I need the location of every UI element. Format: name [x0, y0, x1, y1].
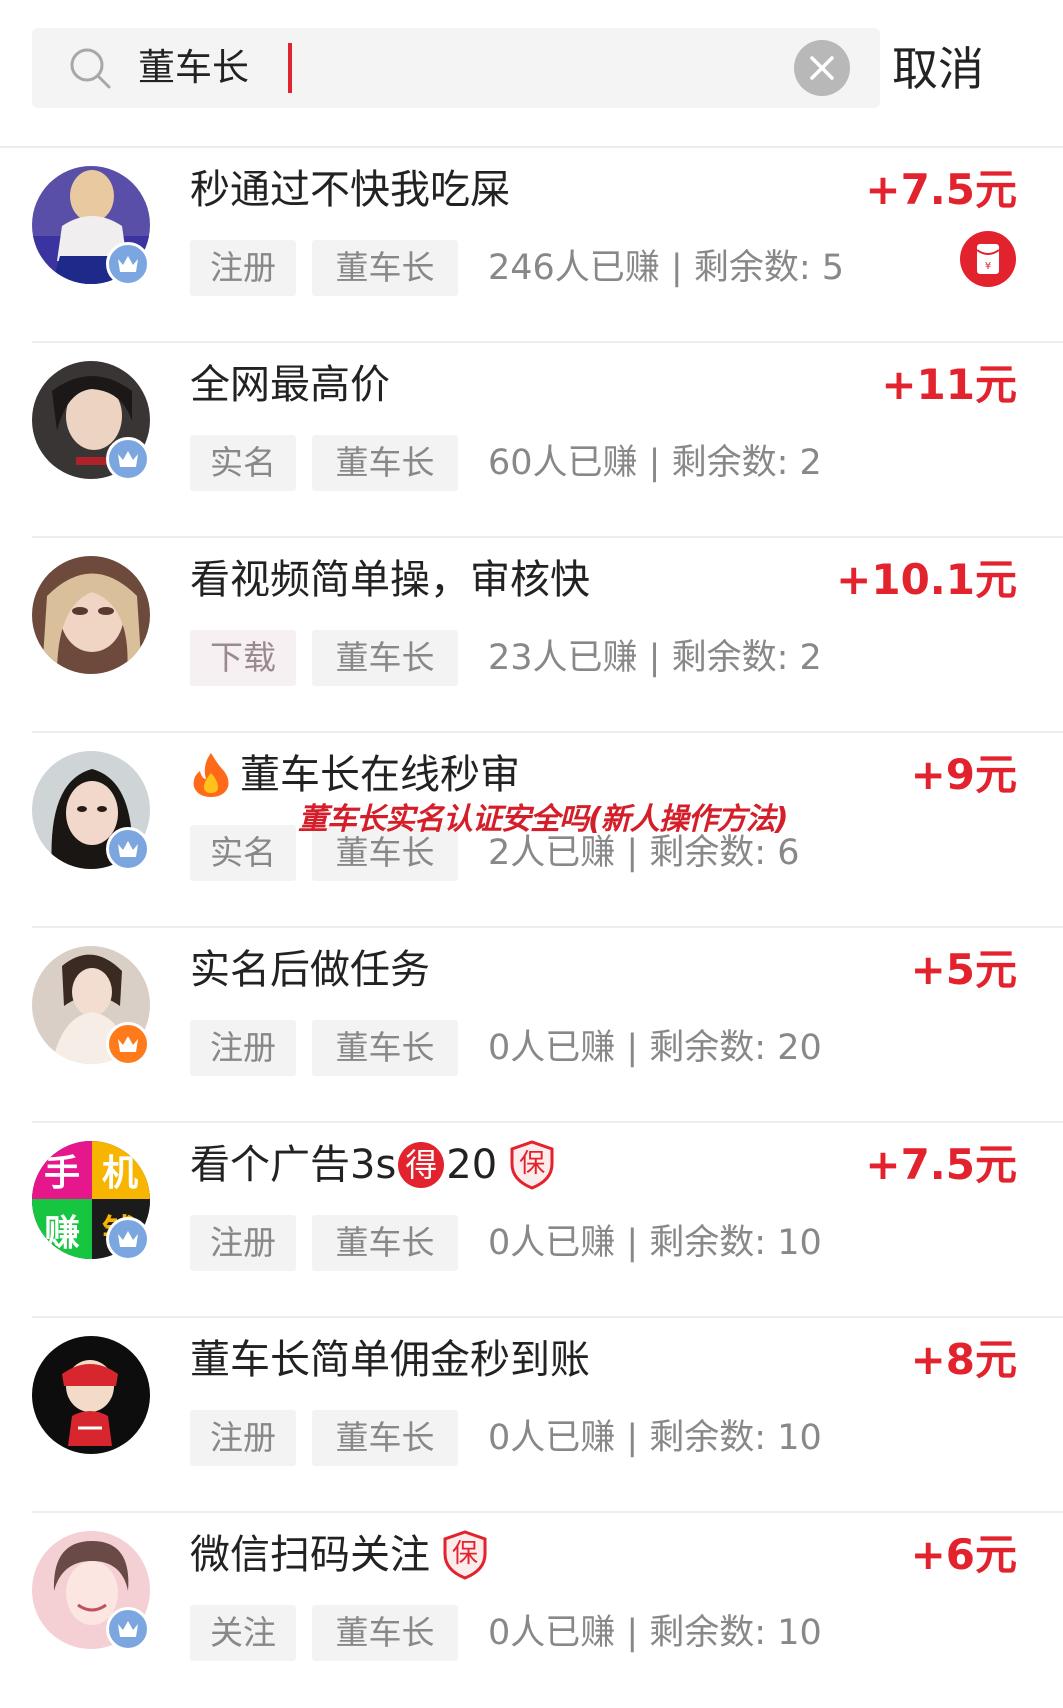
task-type-tag: 注册	[190, 240, 296, 296]
task-stats: 60人已赚 | 剩余数: 2	[488, 443, 822, 483]
task-reward: +7.5元	[865, 1140, 1017, 1189]
task-title: 全网最高价	[190, 362, 390, 408]
task-row[interactable]: 微信扫码关注 保 关注 董车长 0人已赚 | 剩余数: 10 +6元	[0, 1513, 1063, 1708]
task-stats: 0人已赚 | 剩余数: 10	[488, 1418, 822, 1458]
crown-icon	[118, 1036, 138, 1052]
task-title: 看视频简单操，审核快	[190, 557, 590, 603]
crown-icon	[118, 841, 138, 857]
task-type-tag: 关注	[190, 1605, 296, 1661]
search-box[interactable]	[32, 28, 880, 108]
earn-badge: 得	[398, 1142, 445, 1188]
task-title: 看个广告3s 得 20 保	[190, 1137, 555, 1193]
task-title: 秒通过不快我吃屎	[190, 167, 510, 213]
svg-text:手: 手	[44, 1153, 80, 1194]
avatar[interactable]	[32, 556, 150, 674]
task-title: 董车长简单佣金秒到账	[190, 1337, 590, 1383]
task-stats: 23人已赚 | 剩余数: 2	[488, 638, 822, 678]
task-title-text-suffix: 20	[446, 1142, 498, 1188]
task-row[interactable]: 全网最高价 实名 董车长 60人已赚 | 剩余数: 2 +11元	[0, 343, 1063, 538]
task-title: 董车长在线秒审	[190, 747, 520, 803]
task-type-tag: 实名	[190, 825, 296, 881]
task-stats: 0人已赚 | 剩余数: 20	[488, 1028, 822, 1068]
task-reward: +9元	[910, 750, 1017, 799]
guarantee-shield-icon: 保	[442, 1530, 488, 1580]
task-owner-tag: 董车长	[312, 1020, 458, 1076]
svg-text:赚: 赚	[44, 1213, 80, 1254]
task-type-tag: 下载	[190, 630, 296, 686]
task-owner-tag: 董车长	[312, 240, 458, 296]
task-type-tag: 注册	[190, 1410, 296, 1466]
close-icon	[810, 56, 834, 80]
task-owner-tag: 董车长	[312, 1605, 458, 1661]
clear-search-button[interactable]	[794, 40, 850, 96]
task-type-tag: 实名	[190, 435, 296, 491]
watermark-caption: 董车长实名认证安全吗(新人操作方法)	[298, 802, 788, 837]
fire-icon	[193, 753, 229, 797]
crown-badge	[106, 1607, 150, 1651]
task-row[interactable]: 手 机 赚 钱 看个广告3s 得 20 保 注册 董车长 0人已赚 | 剩余数:	[0, 1123, 1063, 1318]
task-title: 微信扫码关注 保	[190, 1527, 488, 1583]
task-row[interactable]: 看视频简单操，审核快 下载 董车长 23人已赚 | 剩余数: 2 +10.1元	[0, 538, 1063, 733]
task-stats: 0人已赚 | 剩余数: 10	[488, 1613, 822, 1653]
task-title-text: 董车长在线秒审	[240, 752, 520, 798]
task-reward: +11元	[881, 360, 1017, 409]
crown-icon	[118, 451, 138, 467]
task-owner-tag: 董车长	[312, 1410, 458, 1466]
task-title: 实名后做任务	[190, 947, 430, 993]
task-title-text: 看个广告3s	[190, 1142, 397, 1188]
task-row[interactable]: 秒通过不快我吃屎 注册 董车长 246人已赚 | 剩余数: 5 +7.5元 ¥	[0, 148, 1063, 343]
crown-badge	[106, 437, 150, 481]
task-owner-tag: 董车长	[312, 435, 458, 491]
text-caret	[288, 43, 292, 93]
search-icon	[70, 48, 111, 89]
crown-badge	[106, 1217, 150, 1261]
task-reward: +8元	[910, 1335, 1017, 1384]
task-owner-tag: 董车长	[312, 1215, 458, 1271]
crown-icon	[118, 1621, 138, 1637]
task-stats: 246人已赚 | 剩余数: 5	[488, 248, 845, 288]
task-reward: +6元	[910, 1530, 1017, 1579]
crown-icon	[118, 1231, 138, 1247]
task-owner-tag: 董车长	[312, 630, 458, 686]
crown-icon	[118, 256, 138, 272]
task-reward: +7.5元	[865, 165, 1017, 214]
avatar[interactable]	[32, 1336, 150, 1454]
task-list: 秒通过不快我吃屎 注册 董车长 246人已赚 | 剩余数: 5 +7.5元 ¥	[0, 148, 1063, 1708]
red-packet-icon[interactable]: ¥	[959, 230, 1017, 288]
crown-badge	[106, 827, 150, 871]
svg-text:机: 机	[102, 1153, 138, 1194]
search-input[interactable]	[138, 40, 778, 96]
task-type-tag: 注册	[190, 1215, 296, 1271]
cancel-button[interactable]: 取消	[892, 36, 984, 102]
task-type-tag: 注册	[190, 1020, 296, 1076]
search-bar: 取消	[0, 0, 1063, 148]
task-row[interactable]: 实名后做任务 注册 董车长 0人已赚 | 剩余数: 20 +5元	[0, 928, 1063, 1123]
svg-text:¥: ¥	[985, 261, 991, 272]
crown-badge	[106, 242, 150, 286]
task-reward: +5元	[910, 945, 1017, 994]
crown-badge	[106, 1022, 150, 1066]
task-reward: +10.1元	[836, 555, 1017, 604]
task-title-text: 微信扫码关注	[190, 1532, 430, 1578]
task-row[interactable]: 董车长简单佣金秒到账 注册 董车长 0人已赚 | 剩余数: 10 +8元	[0, 1318, 1063, 1513]
task-stats: 0人已赚 | 剩余数: 10	[488, 1223, 822, 1263]
guarantee-shield-icon: 保	[509, 1140, 555, 1190]
